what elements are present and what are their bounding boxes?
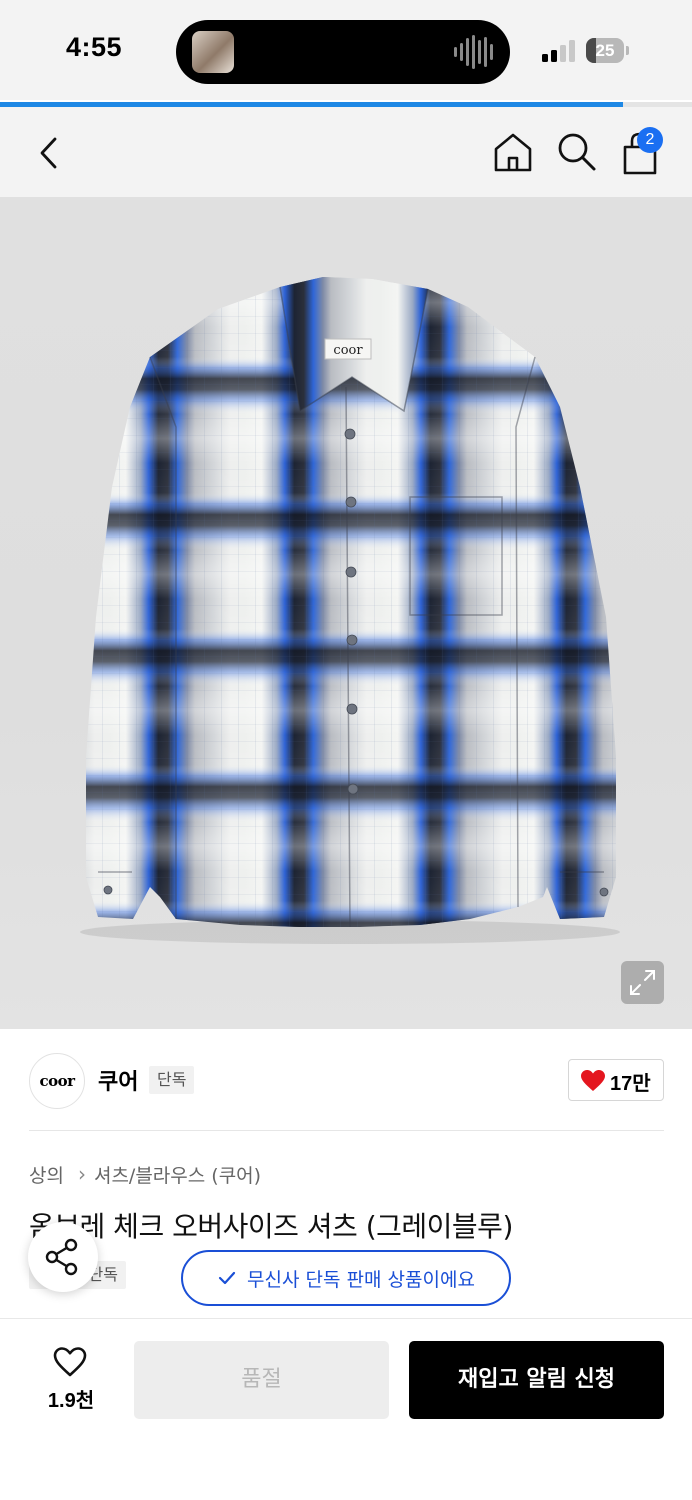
status-time: 4:55 (66, 32, 123, 62)
brand-exclusive-tag: 단독 (149, 1066, 195, 1094)
now-playing-artwork (192, 31, 234, 73)
status-bar: 4:55 25 (0, 0, 692, 100)
wishlist-count: 1.9천 (47, 1390, 95, 1412)
top-nav-bar: 2 (0, 107, 692, 197)
search-icon (558, 133, 596, 171)
expand-icon (630, 970, 655, 995)
chevron-left-icon (40, 137, 57, 169)
signal-bar (542, 54, 548, 62)
breadcrumb: 상의 › 셔츠/블라우스 (쿠어) (29, 1160, 261, 1188)
back-button[interactable] (26, 129, 74, 177)
search-button[interactable] (552, 127, 602, 177)
chevron-right-icon: › (77, 1162, 86, 1186)
sold-out-button[interactable]: 품절 (134, 1341, 389, 1419)
section-divider (29, 1130, 664, 1131)
breadcrumb-subcategory[interactable]: 셔츠/블라우스 (쿠어) (94, 1161, 261, 1188)
share-button[interactable] (28, 1222, 98, 1292)
product-image[interactable]: coor (0, 197, 692, 1029)
cart-count-badge: 2 (637, 127, 663, 153)
plaid-shirt-illustration: coor (80, 277, 620, 944)
product-title: 옴브레 체크 오버사이즈 셔츠 (그레이블루) (29, 1210, 513, 1243)
brand-like-button[interactable]: 17만 (568, 1059, 664, 1101)
share-icon (45, 1238, 78, 1276)
home-button[interactable] (488, 127, 538, 177)
signal-bar (569, 40, 575, 62)
zoom-image-button[interactable] (621, 961, 664, 1004)
home-icon (494, 133, 532, 172)
brand-name[interactable]: 쿠어 (98, 1064, 138, 1096)
signal-bar (551, 50, 557, 62)
battery-icon: 25 (586, 38, 629, 63)
heart-filled-icon (581, 1070, 605, 1091)
shirt-label-text: coor (333, 343, 363, 358)
exclusive-info-label: 무신사 단독 판매 상품이에요 (247, 1268, 475, 1291)
brand-like-count: 17만 (610, 1073, 651, 1095)
restock-alert-button[interactable]: 재입고 알림 신청 (409, 1341, 664, 1419)
brand-logo[interactable]: coor (29, 1053, 85, 1109)
wishlist-button[interactable]: 1.9천 (30, 1340, 112, 1420)
exclusive-info-pill[interactable]: 무신사 단독 판매 상품이에요 (181, 1250, 511, 1306)
cart-button[interactable]: 2 (614, 125, 668, 179)
audio-waveform-icon (454, 34, 494, 70)
heart-outline-icon (53, 1347, 87, 1377)
breadcrumb-category[interactable]: 상의 (29, 1161, 64, 1188)
dynamic-island (176, 20, 510, 84)
checkmark-icon (218, 1271, 236, 1285)
signal-bar (560, 45, 566, 62)
cellular-signal-icon (542, 40, 576, 62)
battery-level: 25 (595, 41, 615, 60)
